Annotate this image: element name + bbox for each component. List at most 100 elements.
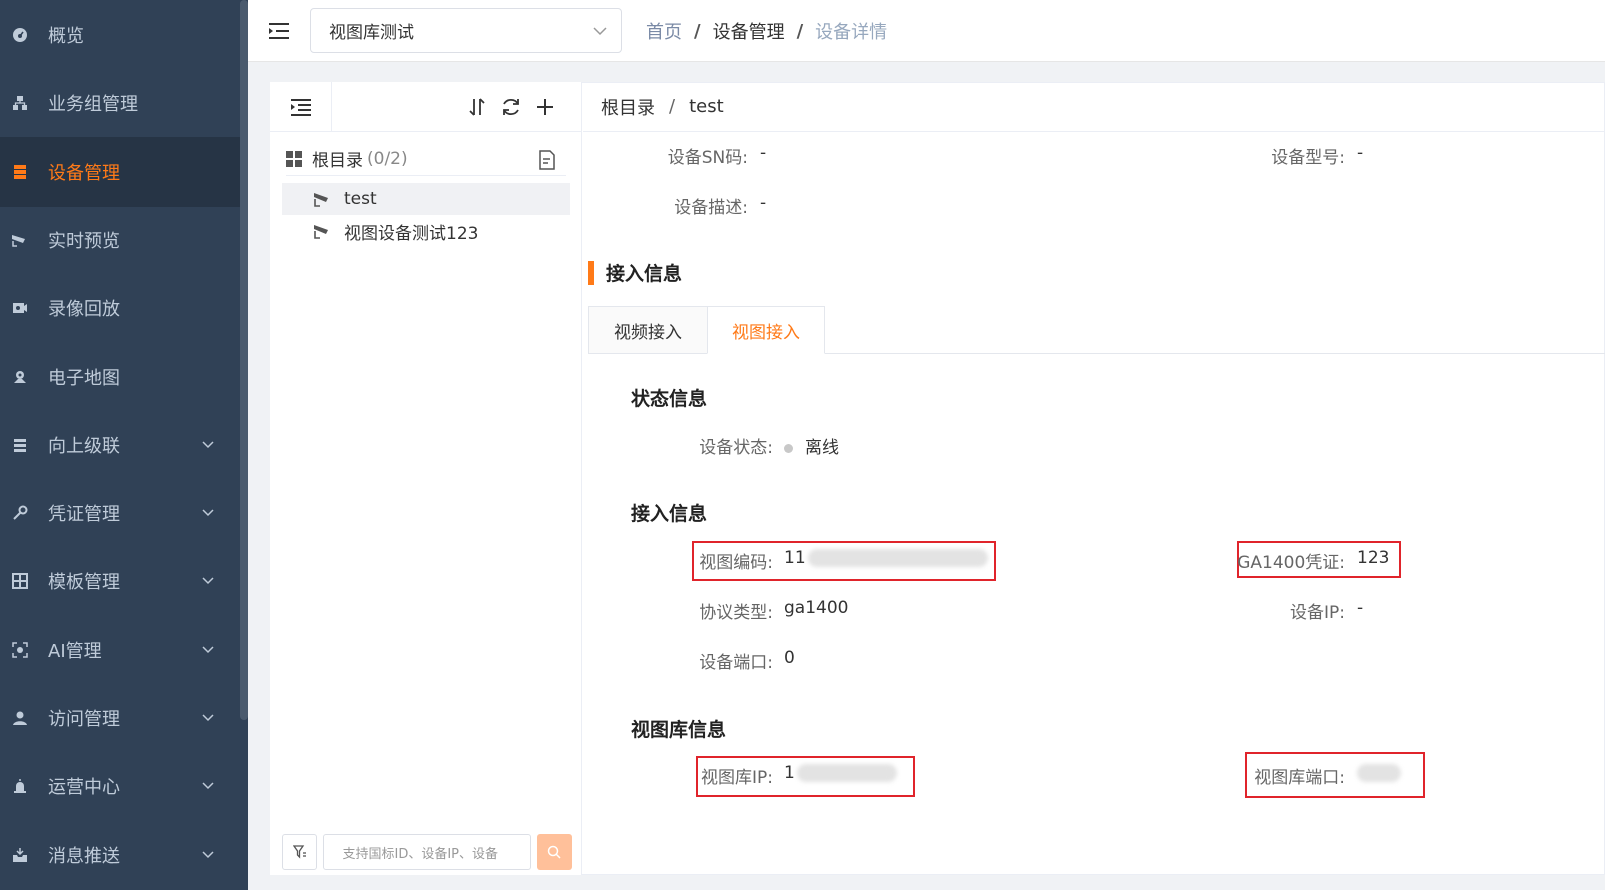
sidebar-item-label: 概览 <box>48 26 84 47</box>
breadcrumb-separator: / <box>694 20 701 42</box>
breadcrumb-separator: / <box>796 20 804 42</box>
sidebar-item[interactable]: 访问管理 <box>0 683 240 753</box>
breadcrumb-home[interactable]: 首页 <box>646 18 682 44</box>
redacted-blur <box>796 764 897 782</box>
project-select-value: 视图库测试 <box>329 23 414 43</box>
tab-view-access[interactable]: 视图接入 <box>707 306 825 354</box>
add-icon[interactable] <box>534 96 556 118</box>
sidebar-item[interactable]: 电子地图 <box>0 342 240 412</box>
search-button[interactable] <box>536 834 573 870</box>
sidebar-item-label: 设备管理 <box>48 162 120 184</box>
tree-toolbar <box>270 82 582 132</box>
device-port-value: 0 <box>784 648 795 668</box>
status-info-title: 状态信息 <box>631 388 708 410</box>
server-list-icon <box>10 162 30 182</box>
project-select[interactable]: 视图库测试 <box>310 8 622 53</box>
sidebar-item[interactable]: 设备管理 <box>0 136 240 207</box>
tree-root-node[interactable]: 根目录 (0/2) <box>286 146 566 176</box>
device-status-label: 设备状态: <box>699 438 773 458</box>
inbox-icon <box>10 845 30 865</box>
refresh-icon[interactable] <box>500 96 522 118</box>
sn-value: - <box>760 143 767 163</box>
sidebar: 概览业务组管理设备管理实时预览录像回放电子地图向上级联凭证管理模板管理 AI管理访… <box>0 0 248 890</box>
camera-icon <box>314 225 328 239</box>
sort-icon[interactable] <box>466 96 488 118</box>
sidebar-item-label: 消息推送 <box>48 845 120 867</box>
device-search-input[interactable]: 支持国标ID、设备IP、设备 <box>323 834 531 870</box>
sidebar-item[interactable]: 运营中心 <box>0 751 240 821</box>
breadcrumb-separator: / <box>669 96 676 117</box>
chevron-down-icon <box>202 509 214 517</box>
sidebar-item[interactable]: 业务组管理 <box>0 68 240 138</box>
access-section-title: 接入信息 <box>588 259 682 286</box>
tree-device-label: test <box>344 189 377 209</box>
sidebar-item-label: 向上级联 <box>48 435 120 457</box>
sidebar-item[interactable]: 录像回放 <box>0 273 240 343</box>
menu-collapse-icon[interactable] <box>268 20 290 42</box>
alarm-light-icon <box>10 776 30 796</box>
library-port-value <box>1357 763 1401 783</box>
filter-icon <box>292 845 306 859</box>
library-ip-text: 1 <box>784 763 795 783</box>
tree-search-bar: 支持国标ID、设备IP、设备 <box>282 834 573 870</box>
grid-icon <box>286 150 302 167</box>
offline-status-dot <box>784 443 793 453</box>
detail-breadcrumb: 根目录 / test <box>583 82 1605 132</box>
device-status-value: 离线 <box>784 433 839 458</box>
sidebar-item-label: AI管理 <box>48 640 102 662</box>
tree-device-node[interactable]: 视图设备测试123 <box>282 215 570 247</box>
chevron-down-icon <box>202 577 214 585</box>
map-pin-icon <box>10 367 30 387</box>
view-code-value: 11 <box>784 548 988 568</box>
camera-icon <box>10 230 30 250</box>
library-port-label: 视图库端口: <box>1254 768 1345 788</box>
description-label: 设备描述: <box>674 198 748 218</box>
device-detail-panel: 根目录 / test 设备SN码: - 设备型号: - 设备描述: - 接入信息… <box>583 82 1605 875</box>
breadcrumb-current: 设备详情 <box>815 22 888 43</box>
template-grid-icon <box>10 571 30 591</box>
library-info-title: 视图库信息 <box>631 719 727 741</box>
tree-root-count: (0/2) <box>367 148 408 169</box>
detail-breadcrumb-device: test <box>689 96 724 117</box>
chevron-down-icon <box>202 441 214 448</box>
ga1400-credential-value: 123 <box>1357 548 1390 568</box>
tab-video-access[interactable]: 视频接入 <box>588 306 708 354</box>
chevron-down-icon <box>202 851 214 858</box>
sidebar-item[interactable]: 凭证管理 <box>0 478 240 548</box>
breadcrumb: 首页 / 设备管理 / 设备详情 <box>646 18 887 44</box>
sidebar-item[interactable]: AI管理 <box>0 615 240 685</box>
document-edit-icon[interactable] <box>538 150 556 170</box>
access-info-title: 接入信息 <box>631 503 708 525</box>
device-ip-value: - <box>1357 598 1364 618</box>
ga1400-credential-label: GA1400凭证: <box>1237 553 1345 573</box>
model-value: - <box>1357 143 1364 163</box>
library-ip-value: 1 <box>784 763 897 783</box>
sidebar-item[interactable]: 向上级联 <box>0 410 240 480</box>
detail-breadcrumb-root[interactable]: 根目录 <box>601 94 655 120</box>
filter-button[interactable] <box>282 834 318 870</box>
sidebar-item[interactable]: 概览 <box>0 0 240 70</box>
sidebar-scrollbar[interactable] <box>240 0 248 720</box>
search-icon <box>548 845 561 859</box>
camera-icon <box>314 193 328 207</box>
org-tree-icon <box>10 93 30 113</box>
top-header: 视图库测试 首页 / 设备管理 / 设备详情 <box>248 0 1605 62</box>
sidebar-item-label: 实时预览 <box>48 230 120 252</box>
chevron-down-icon <box>593 27 607 36</box>
sidebar-item[interactable]: 模板管理 <box>0 546 240 616</box>
protocol-label: 协议类型: <box>699 603 773 623</box>
tree-collapse-button[interactable] <box>270 82 332 132</box>
dashboard-icon <box>10 25 30 45</box>
device-port-label: 设备端口: <box>699 653 773 673</box>
sidebar-item-label: 凭证管理 <box>48 504 120 526</box>
sidebar-item[interactable]: 消息推送 <box>0 820 240 890</box>
sidebar-item[interactable]: 实时预览 <box>0 205 240 275</box>
tree-device-node[interactable]: test <box>282 183 570 215</box>
device-tree-panel: 根目录 (0/2) test 视图设备测试123 支持国标ID、设备IP、设备 <box>270 82 582 875</box>
cascade-icon <box>10 435 30 455</box>
sidebar-item-label: 电子地图 <box>48 367 120 389</box>
breadcrumb-device-management[interactable]: 设备管理 <box>713 18 785 44</box>
view-code-label: 视图编码: <box>699 553 773 573</box>
video-playback-icon <box>10 298 30 318</box>
access-tabs: 视频接入 视图接入 <box>588 306 1605 354</box>
